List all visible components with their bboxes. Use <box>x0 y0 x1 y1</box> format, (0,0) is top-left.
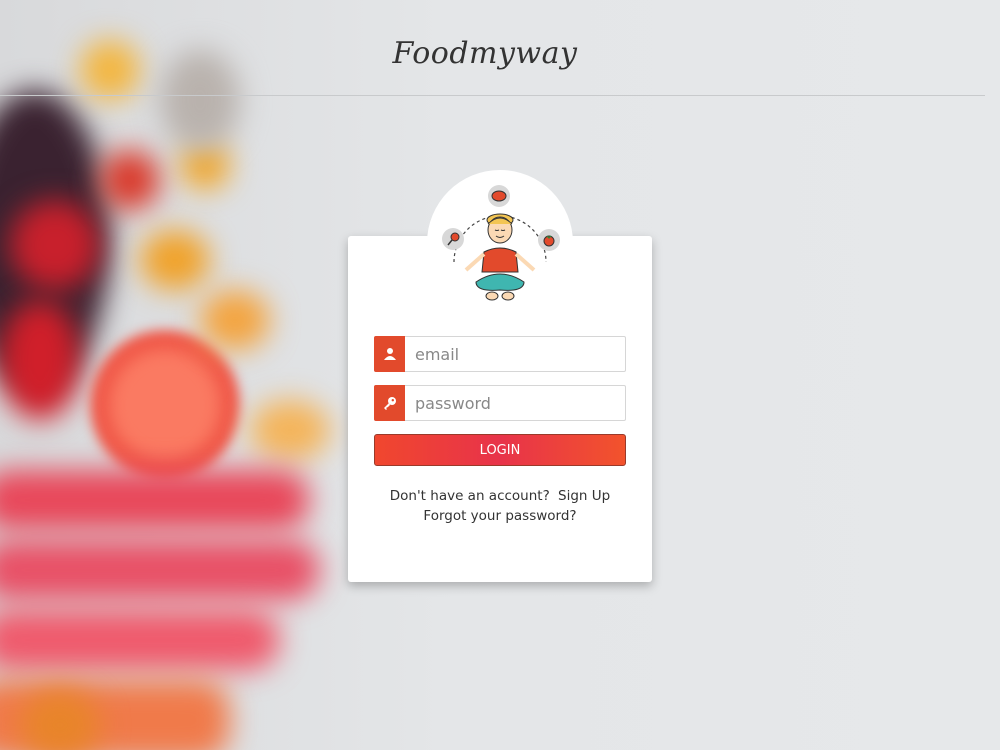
meditating-chef-illustration <box>442 185 560 301</box>
email-field <box>374 336 626 372</box>
sign-up-link[interactable]: Sign Up <box>558 488 610 504</box>
key-icon <box>374 385 405 421</box>
forgot-password-link[interactable]: Forgot your password? <box>423 508 576 524</box>
password-field <box>374 385 626 421</box>
signup-prompt: Don't have an account? Sign Up <box>348 488 652 504</box>
top-bar: Foodmyway <box>0 0 985 96</box>
password-input[interactable] <box>405 386 625 420</box>
forgot-password-row: Forgot your password? <box>348 508 652 524</box>
user-icon <box>374 336 405 372</box>
login-button[interactable]: LOGIN <box>374 434 626 466</box>
no-account-text: Don't have an account? <box>389 488 550 504</box>
email-input[interactable] <box>405 337 625 371</box>
brand-logo: Foodmyway <box>392 36 578 71</box>
